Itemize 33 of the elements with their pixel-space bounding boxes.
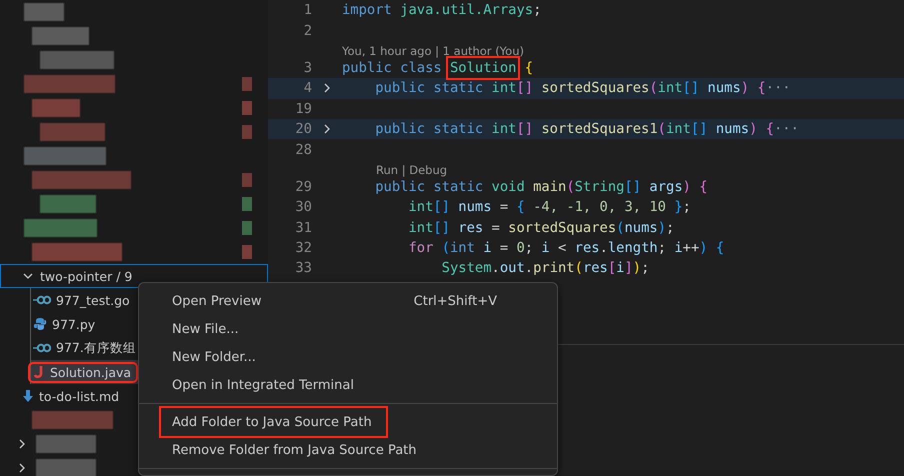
- menu-item-label: Remove Folder from Java Source Path: [172, 442, 417, 458]
- code-line: for (int i = 0; i < res.length; i++) {: [407, 240, 724, 256]
- code-line: int[] nums = { -4, -1, 0, 3, 10 };: [407, 199, 691, 216]
- menu-item-label: New File...: [172, 322, 239, 336]
- menu-item-label: Open in Integrated Terminal: [172, 378, 354, 392]
- code-line: public static int[] sortedSquares(int[] nums) {···: [374, 80, 791, 96]
- line-number: 29: [294, 178, 312, 195]
- code-line: public static int[] sortedSquares1(int[] nums) {···: [374, 121, 799, 138]
- line-number: 4: [302, 80, 312, 96]
- code-line: public static void main(String[] args) {: [374, 178, 708, 195]
- line-number: 31: [294, 220, 312, 236]
- folder-name: two-pointer / 9: [40, 268, 132, 284]
- file-name: 977_test.go: [56, 292, 130, 308]
- file-name: Solution.java: [50, 364, 132, 380]
- line-number: 2: [302, 22, 312, 39]
- line-number: 28: [294, 142, 312, 158]
- code-line: System.out.print(res[i]);: [440, 260, 650, 276]
- file-name: 977.有序数组: [56, 340, 136, 356]
- code-line: import java.util.Arrays;: [342, 2, 542, 18]
- shortcut-text: Ctrl+Shift+V: [414, 294, 497, 308]
- menu-item-label: Add Folder to Java Source Path: [172, 414, 372, 430]
- line-number: 19: [294, 100, 312, 117]
- line-number: 33: [294, 260, 312, 276]
- file-name: to-do-list.md: [39, 388, 120, 404]
- line-number: 32: [294, 240, 312, 256]
- code-line: int[] res = sortedSquares(nums);: [407, 220, 674, 236]
- menu-item-label: New Folder...: [172, 350, 256, 364]
- line-number: 20: [294, 121, 312, 138]
- line-number: 30: [294, 199, 312, 216]
- menu-item-label: Open Preview: [172, 294, 262, 308]
- file-name: 977.py: [52, 316, 96, 332]
- line-number: 1: [302, 2, 312, 18]
- line-number: 3: [302, 60, 312, 76]
